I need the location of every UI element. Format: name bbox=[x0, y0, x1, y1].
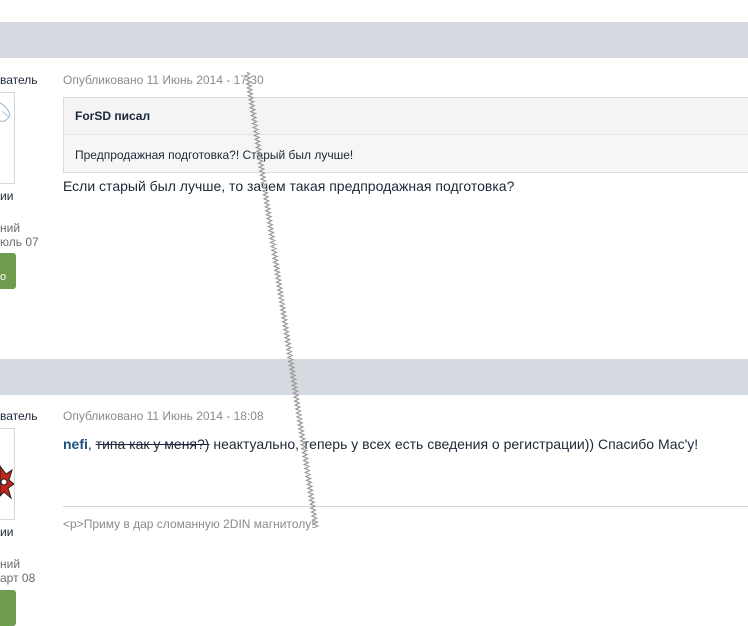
member-group: ии bbox=[0, 189, 14, 203]
quote-block: ForSD писал Предпродажная подготовка?! С… bbox=[63, 97, 748, 173]
post-message: nefi, типа как у меня?) неактуально, теп… bbox=[63, 436, 698, 452]
member-detail: ний bbox=[0, 221, 21, 235]
reputation-label: о bbox=[0, 271, 7, 283]
mentioned-user-link[interactable]: nefi bbox=[63, 436, 88, 452]
avatar-image-icon bbox=[0, 102, 11, 122]
zigzag-line-decoration bbox=[243, 71, 320, 529]
author-role: ватель bbox=[0, 73, 38, 87]
signature-divider bbox=[63, 506, 748, 507]
member-detail: ний bbox=[0, 557, 21, 571]
post-date: Опубликовано 11 Июнь 2014 - 17:30 bbox=[63, 73, 264, 87]
reputation-badge[interactable]: о bbox=[0, 253, 16, 289]
avatar[interactable] bbox=[0, 92, 15, 184]
quote-author: ForSD писал bbox=[75, 109, 151, 123]
member-group: ии bbox=[0, 525, 14, 539]
avatar-emblem-icon bbox=[0, 465, 14, 500]
strikethrough-text: типа как у меня?) bbox=[95, 436, 210, 452]
join-date: юль 07 bbox=[0, 235, 39, 249]
signature-text: <p>Приму в дар сломанную 2DIN магнитолу! bbox=[63, 517, 315, 531]
message-comma: , bbox=[87, 436, 92, 452]
post-date: Опубликовано 11 Июнь 2014 - 18:08 bbox=[63, 409, 264, 423]
join-date: арт 08 bbox=[0, 571, 36, 585]
quote-header: ForSD писал bbox=[64, 98, 748, 135]
author-role: ватель bbox=[0, 409, 38, 423]
post-header-bar bbox=[0, 359, 748, 395]
post-message: Если старый был лучше, то зачем такая пр… bbox=[63, 178, 515, 194]
quote-text: Предпродажная подготовка?! Старый был лу… bbox=[75, 148, 354, 162]
message-text: неактуально, теперь у всех есть сведения… bbox=[209, 436, 699, 452]
post-header-bar bbox=[0, 22, 748, 58]
reputation-badge[interactable] bbox=[0, 590, 16, 626]
